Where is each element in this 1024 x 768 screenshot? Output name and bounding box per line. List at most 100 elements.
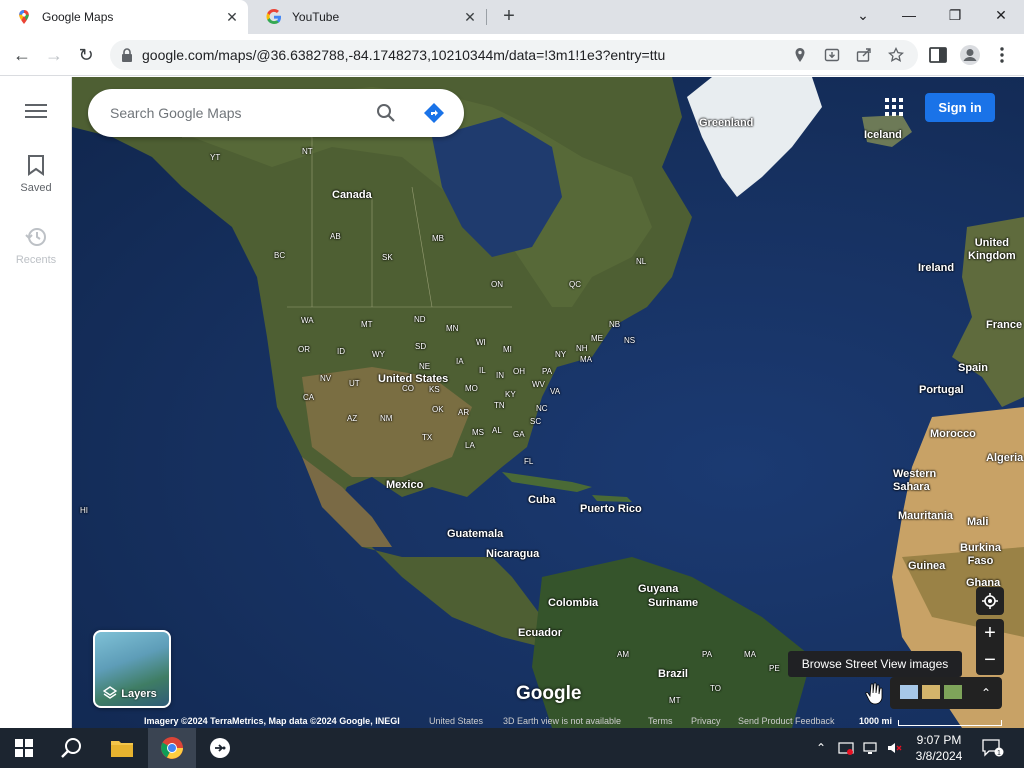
map-label: Canada bbox=[332, 189, 372, 201]
taskbar-clock[interactable]: 9:07 PM 3/8/2024 bbox=[906, 732, 972, 764]
share-icon[interactable] bbox=[856, 47, 872, 63]
region-label: HI bbox=[80, 506, 88, 515]
region-label: TN bbox=[494, 401, 505, 410]
scale-bar bbox=[898, 720, 1002, 726]
lock-icon bbox=[122, 48, 132, 62]
location-pin-icon[interactable] bbox=[792, 47, 808, 63]
region-label: YT bbox=[210, 153, 221, 162]
satellite-map-canvas[interactable]: Greenland Iceland Canada United Kingdom … bbox=[72, 77, 1024, 728]
region-label: CO bbox=[402, 384, 414, 393]
search-icon[interactable] bbox=[374, 101, 398, 125]
my-location-button[interactable] bbox=[976, 587, 1004, 615]
map-label: Nicaragua bbox=[486, 548, 540, 560]
notifications-icon[interactable]: 1 bbox=[982, 728, 1004, 768]
tab-search-icon[interactable]: ⌄ bbox=[840, 0, 886, 30]
privacy-link[interactable]: Privacy bbox=[691, 716, 721, 726]
region-label: FL bbox=[524, 457, 534, 466]
thumbnail-terrain[interactable] bbox=[944, 685, 962, 699]
region-label: ON bbox=[491, 280, 503, 289]
expand-up-icon[interactable]: ⌃ bbox=[976, 683, 996, 703]
pegman-hand-icon[interactable] bbox=[864, 679, 886, 707]
close-window-button[interactable]: ✕ bbox=[978, 0, 1024, 30]
maps-side-rail: Saved Recents bbox=[0, 77, 72, 728]
layers-button[interactable]: Layers bbox=[93, 630, 171, 708]
region-label: MT bbox=[669, 696, 681, 705]
thumbnail-sky[interactable] bbox=[900, 685, 918, 699]
map-label: Suriname bbox=[648, 597, 699, 609]
profile-avatar-icon[interactable] bbox=[958, 43, 982, 67]
sign-in-button[interactable]: Sign in bbox=[925, 93, 995, 122]
rail-item-saved[interactable]: Saved bbox=[0, 154, 72, 194]
region-label: MA bbox=[580, 355, 592, 364]
side-panel-icon[interactable] bbox=[926, 43, 950, 67]
feedback-link[interactable]: Send Product Feedback bbox=[738, 716, 835, 726]
tray-overflow-icon[interactable]: ⌃ bbox=[816, 728, 826, 768]
minimize-button[interactable]: — bbox=[886, 0, 932, 30]
imagery-credit: Imagery ©2024 TerraMetrics, Map data ©20… bbox=[144, 716, 400, 726]
terms-link[interactable]: Terms bbox=[648, 716, 673, 726]
thumbnail-desert[interactable] bbox=[922, 685, 940, 699]
zoom-in-button[interactable]: + bbox=[976, 619, 1004, 647]
restore-button[interactable]: ❐ bbox=[932, 0, 978, 30]
tab-close-icon[interactable]: ✕ bbox=[224, 9, 240, 25]
address-bar[interactable]: google.com/maps/@36.6382788,-84.1748273,… bbox=[110, 40, 918, 70]
region-label: MA bbox=[744, 650, 756, 659]
clock-time: 9:07 PM bbox=[916, 733, 962, 747]
zoom-controls: + − bbox=[976, 619, 1004, 675]
search-taskbar-icon[interactable] bbox=[48, 728, 96, 768]
tab-close-icon[interactable]: ✕ bbox=[462, 9, 478, 25]
kebab-menu-icon[interactable] bbox=[990, 43, 1014, 67]
region-label: NB bbox=[609, 320, 621, 329]
volume-muted-icon[interactable] bbox=[886, 728, 902, 768]
region-label: KY bbox=[505, 390, 516, 399]
region-label: NH bbox=[576, 344, 588, 353]
install-app-icon[interactable] bbox=[824, 47, 840, 63]
new-tab-button[interactable]: + bbox=[498, 6, 520, 28]
region-label: OH bbox=[513, 367, 525, 376]
map-label: Puerto Rico bbox=[580, 503, 642, 515]
forward-arrow-icon[interactable]: → bbox=[42, 43, 66, 67]
region-label: AR bbox=[458, 408, 470, 417]
svg-text:1: 1 bbox=[997, 750, 1001, 757]
zoom-out-button[interactable]: − bbox=[976, 647, 1004, 675]
region-label: PE bbox=[769, 664, 780, 673]
remote-app-icon[interactable] bbox=[196, 728, 244, 768]
security-warning-icon[interactable] bbox=[838, 728, 854, 768]
region-label: GA bbox=[513, 430, 525, 439]
tab-google-maps[interactable]: Google Maps ✕ bbox=[0, 0, 248, 34]
region-label: BC bbox=[274, 251, 286, 260]
map-label: Algeria bbox=[986, 452, 1024, 464]
rail-item-recents[interactable]: Recents bbox=[0, 226, 72, 266]
tab-youtube[interactable]: YouTube ✕ bbox=[250, 0, 486, 34]
windows-start-icon[interactable] bbox=[0, 728, 48, 768]
layers-label: Layers bbox=[121, 688, 157, 700]
search-input[interactable] bbox=[110, 101, 360, 125]
network-icon[interactable] bbox=[862, 728, 878, 768]
region-label: IA bbox=[456, 357, 464, 366]
region-label: NY bbox=[555, 350, 567, 359]
back-arrow-icon[interactable]: ← bbox=[10, 43, 34, 67]
chrome-taskbar-icon[interactable] bbox=[148, 728, 196, 768]
region-label: ID bbox=[337, 347, 345, 356]
my-location-icon bbox=[982, 593, 998, 609]
star-bookmark-icon[interactable] bbox=[888, 47, 904, 63]
region-label: WY bbox=[372, 350, 385, 359]
country-link[interactable]: United States bbox=[429, 716, 483, 726]
file-explorer-icon[interactable] bbox=[98, 728, 146, 768]
rail-item-label: Recents bbox=[15, 254, 57, 266]
region-label: AL bbox=[492, 426, 502, 435]
region-label: MB bbox=[432, 234, 444, 243]
region-label: NV bbox=[320, 374, 332, 383]
map-label: France bbox=[986, 319, 1023, 331]
region-label: NM bbox=[380, 414, 393, 423]
region-label: PA bbox=[702, 650, 713, 659]
reload-icon[interactable]: ↻ bbox=[74, 43, 98, 67]
windows-taskbar: ⌃ 9:07 PM 3/8/2024 1 bbox=[0, 728, 1024, 768]
hamburger-menu-button[interactable] bbox=[0, 103, 72, 125]
google-apps-icon[interactable] bbox=[882, 95, 906, 119]
region-label: WI bbox=[476, 338, 486, 347]
directions-icon[interactable] bbox=[422, 101, 446, 125]
region-label: AM bbox=[617, 650, 629, 659]
region-label: MN bbox=[446, 324, 459, 333]
scale-label[interactable]: 1000 mi bbox=[859, 716, 892, 726]
